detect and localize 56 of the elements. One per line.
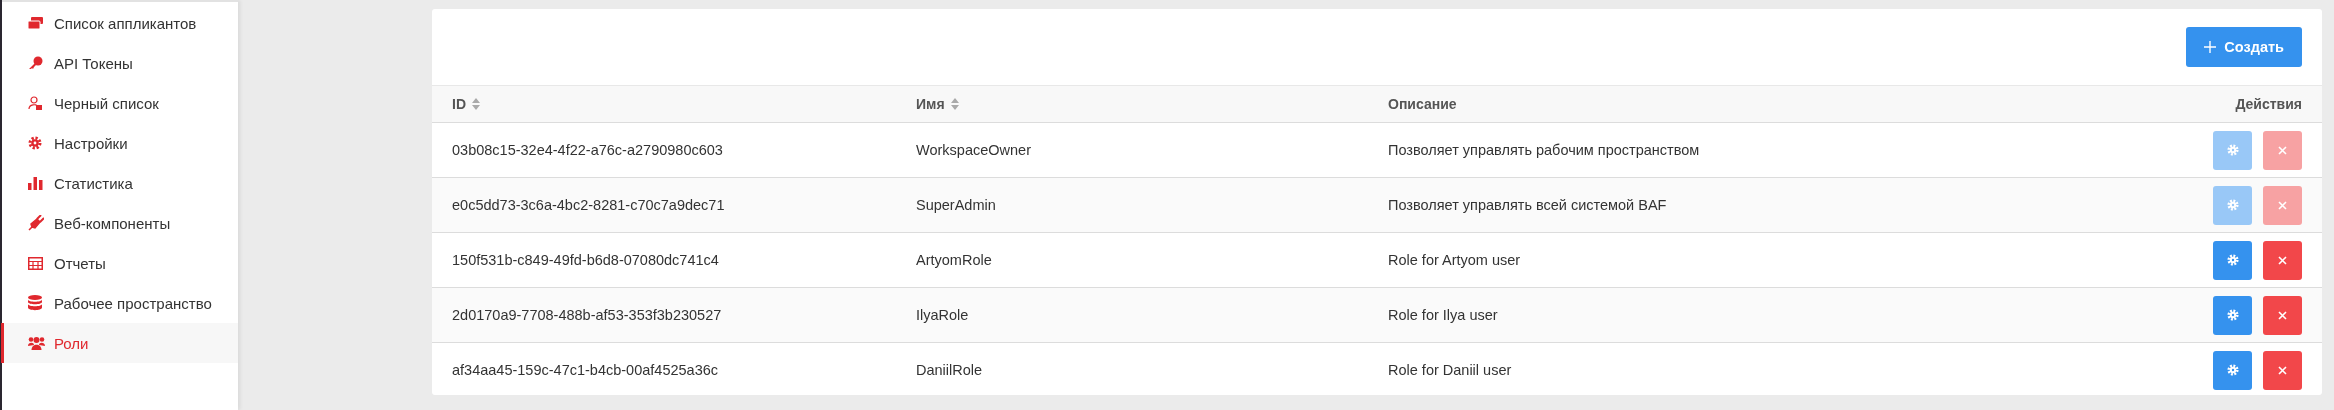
sidebar-item[interactable]: Рабочее пространство <box>1 283 238 323</box>
delete-button[interactable] <box>2263 295 2302 335</box>
sidebar-item[interactable]: Статистика <box>1 163 238 203</box>
table-cell: Role for Artyom user <box>1388 252 1521 268</box>
table-cell: 03b08c15-32e4-4f22-a76c-a2790980c603 <box>452 142 723 158</box>
delete-button[interactable] <box>2263 350 2302 390</box>
settings-icon <box>28 136 42 150</box>
plug-icon <box>28 215 44 231</box>
sort-icon <box>950 98 959 110</box>
edit-button[interactable] <box>2213 240 2252 280</box>
settings-icon <box>2226 309 2239 321</box>
table-cell: Role for Daniil user <box>1388 362 1512 378</box>
sidebar-item[interactable]: Настройки <box>1 123 238 163</box>
table-cell: WorkspaceOwner <box>916 142 1031 158</box>
table-cell: ArtyomRole <box>916 252 992 268</box>
bar-chart-icon <box>28 176 43 190</box>
edit-button[interactable] <box>2213 350 2252 390</box>
column-header[interactable]: ID <box>452 96 466 112</box>
close-icon <box>2278 365 2287 375</box>
close-icon <box>2278 145 2287 155</box>
key-icon <box>28 56 43 70</box>
plus-icon <box>2204 41 2217 53</box>
sidebar-item[interactable]: Роли <box>1 323 238 363</box>
table-cell: Role for Ilya user <box>1388 307 1498 323</box>
column-header: Действия <box>2235 96 2302 112</box>
sidebar-item[interactable]: Список аппликантов <box>1 3 238 43</box>
table-cell: DaniilRole <box>916 362 983 378</box>
cards-icon <box>28 17 43 29</box>
settings-icon <box>2226 144 2239 156</box>
edit-button[interactable] <box>2213 295 2252 335</box>
column-header[interactable]: Имя <box>916 96 945 112</box>
table-cell: Позволяет управлять всей системой BAF <box>1388 197 1667 213</box>
settings-icon <box>2226 199 2239 211</box>
table-cell: SuperAdmin <box>916 197 996 213</box>
table-cell: af34aa45-159c-47c1-b4cb-00af4525a36c <box>452 362 719 378</box>
close-icon <box>2278 255 2287 265</box>
table-cell: IlyaRole <box>916 307 969 323</box>
sidebar-item[interactable]: Веб-компоненты <box>1 203 238 243</box>
settings-icon <box>2226 254 2239 266</box>
table-icon <box>28 256 43 270</box>
settings-icon <box>2226 364 2239 376</box>
users-icon <box>28 336 45 350</box>
delete-button[interactable] <box>2263 240 2302 280</box>
table-cell: e0c5dd73-3c6a-4bc2-8281-c70c7a9dec71 <box>452 197 725 213</box>
sidebar-item[interactable]: Отчеты <box>1 243 238 283</box>
table-cell: 150f531b-c849-49fd-b6d8-07080dc741c4 <box>452 252 719 268</box>
column-header: Описание <box>1388 96 1457 112</box>
close-icon <box>2278 200 2287 210</box>
table-cell: 2d0170a9-7708-488b-af53-353f3b230527 <box>452 307 722 323</box>
sidebar-item[interactable]: Черный список <box>1 83 238 123</box>
sidebar-item[interactable]: API Токены <box>1 43 238 83</box>
database-icon <box>28 295 42 311</box>
user-lock-icon <box>28 96 42 110</box>
close-icon <box>2278 310 2287 320</box>
table-cell: Позволяет управлять рабочим пространством <box>1388 142 1700 158</box>
sort-icon <box>472 98 480 110</box>
